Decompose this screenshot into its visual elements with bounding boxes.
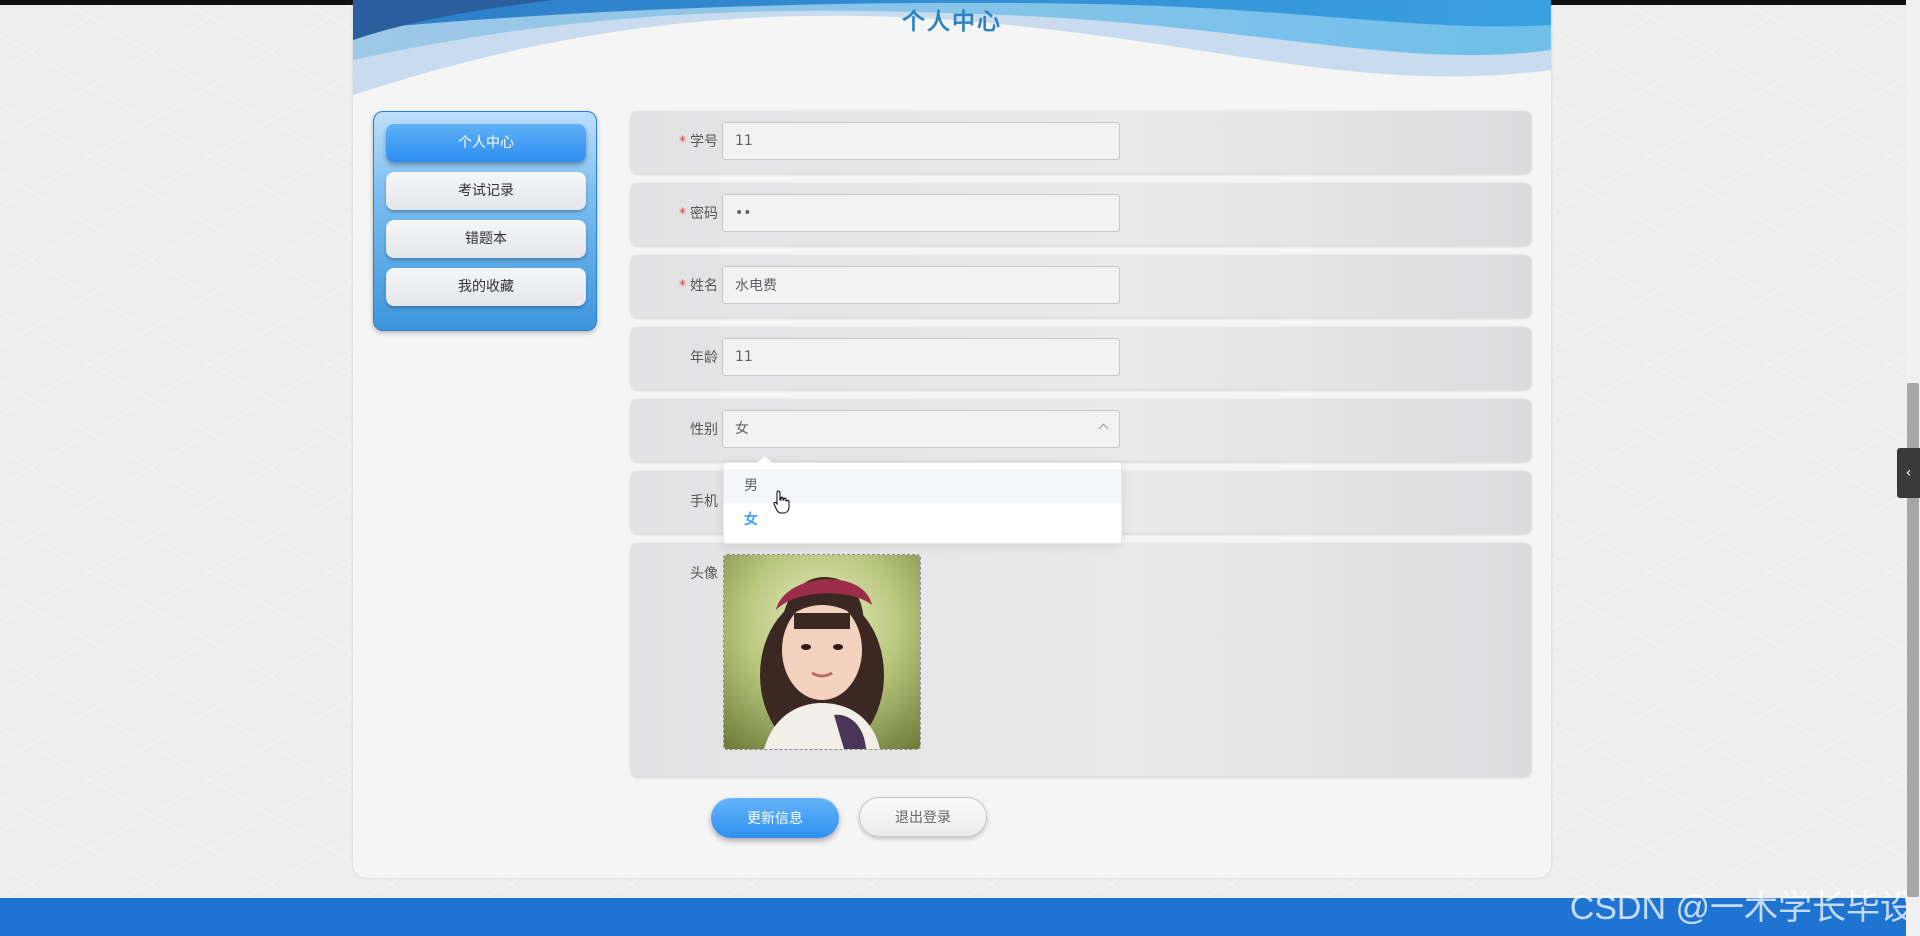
sidebar-item-favorites[interactable]: 我的收藏 (386, 268, 586, 306)
form-row-gender: 性别 女 (631, 399, 1531, 461)
age-label: 年龄 (690, 350, 718, 366)
sidebar-item-exam-records[interactable]: 考试记录 (386, 172, 586, 210)
logout-button[interactable]: 退出登录 (859, 797, 987, 837)
required-mark: * (679, 278, 686, 294)
form-row-avatar: 头像 (631, 543, 1531, 776)
name-label: * 姓名 (679, 278, 718, 294)
password-label: * 密码 (679, 206, 718, 222)
gender-select-value: 女 (735, 421, 749, 437)
age-input[interactable] (722, 338, 1120, 376)
form-row-password: * 密码 •• (631, 183, 1531, 245)
form-row-student-id: * 学号 (631, 111, 1531, 173)
sidebar-menu: 个人中心 考试记录 错题本 我的收藏 (373, 111, 597, 331)
form-row-age: 年龄 (631, 327, 1531, 389)
form-row-name: * 姓名 (631, 255, 1531, 317)
update-info-button[interactable]: 更新信息 (711, 798, 839, 838)
avatar-upload[interactable] (723, 554, 921, 750)
watermark-text: CSDN @一木学长毕设 (1569, 889, 1914, 927)
gender-label: 性别 (690, 422, 718, 438)
student-id-input[interactable] (722, 122, 1120, 160)
chevron-left-icon[interactable]: ‹ (1897, 448, 1920, 498)
avatar-photo (724, 555, 920, 749)
name-input[interactable] (722, 266, 1120, 304)
sidebar-item-profile[interactable]: 个人中心 (386, 124, 586, 162)
hand-pointer-icon (773, 490, 790, 514)
avatar-label: 头像 (690, 566, 718, 582)
password-input[interactable]: •• (722, 194, 1120, 232)
gender-select[interactable]: 女 (722, 410, 1120, 448)
required-mark: * (679, 206, 686, 222)
sidebar-item-wrong-questions[interactable]: 错题本 (386, 220, 586, 258)
profile-card: 个人中心 个人中心 考试记录 错题本 我的收藏 *学号 *密码 •• *姓名 年… (353, 0, 1551, 878)
page-title: 个人中心 (902, 9, 1002, 35)
required-mark: * (679, 134, 686, 150)
student-id-label: * 学号 (679, 134, 718, 150)
chevron-up-icon (1098, 423, 1109, 434)
phone-label: 手机 (690, 494, 718, 510)
